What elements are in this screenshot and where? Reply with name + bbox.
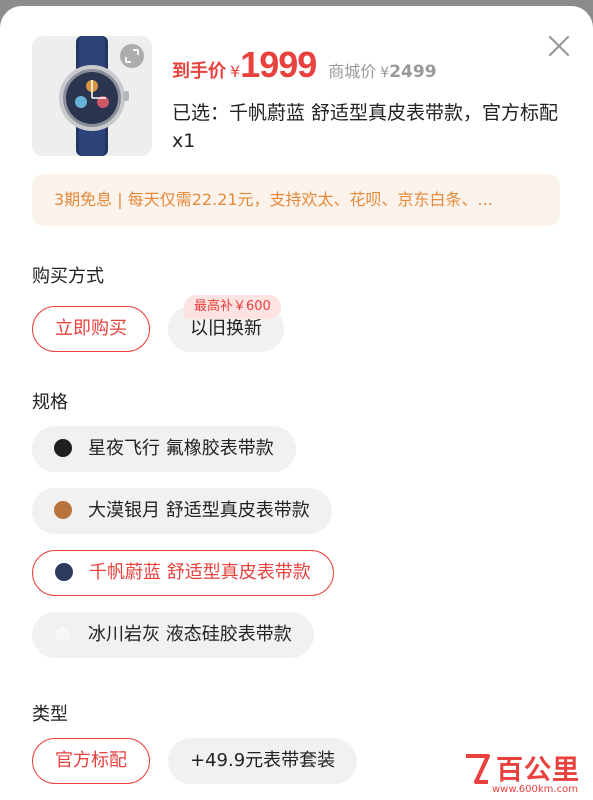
color-swatch [54, 625, 72, 643]
purchase-method-title: 购买方式 [32, 266, 104, 287]
type-title: 类型 [32, 704, 68, 725]
mall-price: 2499 [389, 62, 437, 82]
spec-title: 规格 [32, 392, 68, 413]
spec-option-glacier-gray[interactable]: 冰川岩灰 液态硅胶表带款 [32, 612, 314, 658]
purchase-option-buy-now[interactable]: 立即购买 [32, 306, 150, 352]
currency-symbol: ¥ [230, 62, 241, 81]
spec-option-label: 大漠银月 舒适型真皮表带款 [88, 500, 310, 521]
type-option-standard[interactable]: 官方标配 [32, 738, 150, 784]
spec-option-sail-blue[interactable]: 千帆蔚蓝 舒适型真皮表带款 [32, 550, 334, 596]
watermark-text: 百公里 [496, 755, 580, 786]
product-thumbnail[interactable] [32, 36, 152, 156]
spec-option-starry-night[interactable]: 星夜飞行 氟橡胶表带款 [32, 426, 296, 472]
color-swatch [54, 439, 72, 457]
color-swatch [54, 501, 72, 519]
selected-summary: 已选：千帆蔚蓝 舒适型真皮表带款，官方标配 x1 [172, 102, 559, 152]
type-option-strap-bundle[interactable]: +49.9元表带套装 [168, 738, 358, 784]
spec-option-label: 千帆蔚蓝 舒适型真皮表带款 [89, 562, 311, 583]
mall-currency-symbol: ¥ [380, 65, 390, 81]
subsidy-badge: 最高补￥600 [184, 295, 281, 319]
price-row: 到手价 ¥ 1999 商城价 ¥ 2499 [172, 44, 437, 90]
close-icon[interactable] [545, 32, 573, 60]
final-price-label: 到手价 [172, 61, 226, 82]
expand-icon[interactable] [120, 44, 144, 68]
spec-option-desert-silver[interactable]: 大漠银月 舒适型真皮表带款 [32, 488, 332, 534]
installment-banner[interactable]: 3期免息 | 每天仅需22.21元，支持欢太、花呗、京东白条、... [32, 174, 560, 226]
mall-price-label: 商城价 [328, 62, 377, 81]
spec-option-label: 星夜飞行 氟橡胶表带款 [88, 438, 274, 459]
sku-sheet: 到手价 ¥ 1999 商城价 ¥ 2499 已选：千帆蔚蓝 舒适型真皮表带款，官… [0, 6, 593, 800]
watermark-url: www.600km.com [492, 784, 578, 795]
final-price: 1999 [240, 44, 317, 85]
spec-option-label: 冰川岩灰 液态硅胶表带款 [88, 624, 292, 645]
color-swatch [55, 563, 73, 581]
